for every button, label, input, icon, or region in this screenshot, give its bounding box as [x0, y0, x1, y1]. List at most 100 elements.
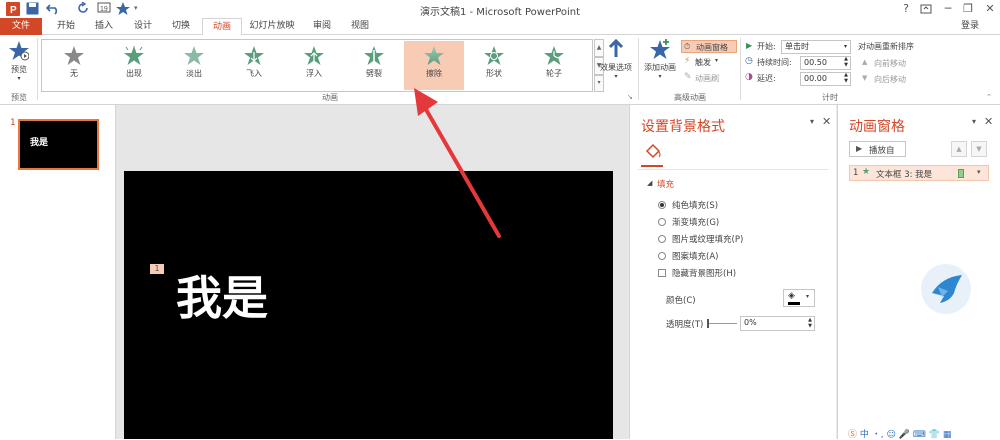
- delay-spinner[interactable]: 00.00 ▲ ▼: [800, 72, 851, 86]
- picture-fill-radio[interactable]: [658, 235, 666, 243]
- thumbnail-number: 1: [10, 118, 16, 128]
- tab-insert[interactable]: 插入: [87, 18, 121, 35]
- preview-group-label: 预览: [11, 93, 27, 102]
- transparency-label: 透明度(T): [666, 320, 704, 330]
- move-earlier-button[interactable]: ▲ 向前移动: [862, 57, 932, 70]
- pane-close-icon[interactable]: ✕: [822, 115, 831, 128]
- delay-row: ◑ 延迟: 00.00 ▲ ▼: [745, 72, 855, 86]
- animation-fly-in[interactable]: 飞入: [224, 41, 284, 90]
- animation-painter-button[interactable]: ✎ 动画刷: [681, 72, 737, 85]
- animation-fade-label: 淡出: [186, 69, 202, 78]
- duration-spinner-arrows-icon[interactable]: ▲ ▼: [844, 56, 848, 68]
- tab-view[interactable]: 视图: [343, 18, 377, 35]
- tab-slideshow[interactable]: 幻灯片放映: [245, 18, 299, 35]
- fill-section-header[interactable]: 填充: [657, 178, 674, 190]
- add-animation-button[interactable]: 添加动画 ▾: [641, 39, 679, 89]
- transparency-slider-thumb[interactable]: [707, 319, 709, 328]
- animation-appear[interactable]: 出现: [104, 41, 164, 90]
- tab-file[interactable]: 文件: [0, 18, 42, 35]
- tab-review[interactable]: 审阅: [305, 18, 339, 35]
- animation-shape[interactable]: 形状: [464, 41, 524, 90]
- transparency-spinner-arrows-icon[interactable]: ▲ ▼: [808, 317, 812, 329]
- solid-fill-radio[interactable]: [658, 201, 666, 209]
- tab-design[interactable]: 设计: [126, 18, 160, 35]
- duration-clock-icon: ◷: [745, 56, 753, 66]
- anim-pane-options-chevron-icon[interactable]: ▾: [972, 117, 976, 126]
- animation-none-star-icon: [64, 46, 84, 66]
- animation-list-item[interactable]: 1 ★ 文本框 3: 我是 ▾: [849, 165, 989, 181]
- delay-spinner-arrows-icon[interactable]: ▲ ▼: [844, 72, 848, 84]
- trigger-lightning-icon: ⚡: [684, 56, 691, 66]
- color-picker-button[interactable]: ◈ ▾: [783, 289, 815, 307]
- preview-dropdown-icon: ▾: [17, 75, 21, 82]
- animation-shape-star-icon: [484, 46, 504, 66]
- color-label: 颜色(C): [666, 296, 696, 306]
- close-button[interactable]: ✕: [982, 1, 998, 17]
- anim-move-up-button[interactable]: ▲: [951, 141, 967, 157]
- slide-canvas[interactable]: 1 我是: [124, 171, 613, 439]
- move-later-button[interactable]: ▼ 向后移动: [862, 73, 932, 86]
- animation-float-in[interactable]: 浮入: [284, 41, 344, 90]
- animation-fade[interactable]: 淡出: [164, 41, 224, 90]
- duration-spinner[interactable]: 00.50 ▲ ▼: [800, 56, 851, 70]
- tab-home[interactable]: 开始: [49, 18, 83, 35]
- play-icon: ▶: [856, 144, 863, 153]
- play-from-button[interactable]: ▶ 播放自: [849, 141, 906, 157]
- minimize-button[interactable]: ─: [940, 1, 956, 17]
- pattern-fill-radio[interactable]: [658, 252, 666, 260]
- ribbon-display-icon[interactable]: [918, 1, 934, 17]
- animation-wheel[interactable]: 轮子: [524, 41, 584, 90]
- animation-wipe-label: 擦除: [426, 69, 442, 78]
- preview-button[interactable]: 预览 ▾: [4, 39, 34, 84]
- slide-thumbnail[interactable]: 我是: [18, 119, 99, 170]
- trigger-button[interactable]: ⚡ 触发 ▾: [681, 56, 737, 69]
- trigger-dropdown-icon: ▾: [715, 57, 719, 64]
- transparency-slider-track: [707, 323, 737, 324]
- animation-order-badge[interactable]: 1: [150, 264, 164, 274]
- duration-value: 00.50: [804, 58, 827, 67]
- move-later-icon: ▼: [862, 74, 868, 82]
- transparency-spinner[interactable]: 0% ▲ ▼: [740, 316, 815, 331]
- anim-move-down-button[interactable]: ▼: [971, 141, 987, 157]
- gradient-fill-radio[interactable]: [658, 218, 666, 226]
- pane-options-chevron-icon[interactable]: ▾: [810, 117, 814, 126]
- add-animation-dropdown-icon: ▾: [658, 73, 662, 80]
- delay-value: 00.00: [804, 74, 827, 83]
- move-later-label: 向后移动: [874, 75, 906, 84]
- tab-transitions[interactable]: 切换: [164, 18, 198, 35]
- collapse-ribbon-icon[interactable]: ⌃: [986, 93, 992, 101]
- animation-split[interactable]: 劈裂: [344, 41, 404, 90]
- start-select-chevron-icon: ▾: [843, 43, 847, 50]
- duration-row: ◷ 持续时间: 00.50 ▲ ▼: [745, 56, 855, 70]
- start-select[interactable]: 单击时 ▾: [781, 40, 851, 54]
- animation-item-star-icon: ★: [862, 167, 871, 177]
- restore-button[interactable]: ❐: [960, 1, 976, 17]
- animation-fly-in-star-icon: [244, 46, 264, 66]
- tab-animations[interactable]: 动画: [202, 18, 242, 36]
- transparency-value: 0%: [744, 318, 757, 327]
- effect-options-button[interactable]: 效果选项 ▾: [596, 39, 636, 89]
- start-row: ▶ 开始: 单击时 ▾: [745, 40, 855, 54]
- animation-dialog-launcher-icon[interactable]: ↘: [627, 93, 633, 101]
- animation-none[interactable]: 无: [44, 41, 104, 90]
- animation-pane-title: 动画窗格: [849, 119, 905, 135]
- help-button[interactable]: ?: [898, 1, 914, 17]
- signin-link[interactable]: 登录: [955, 18, 985, 35]
- slide-text-box[interactable]: 我是: [176, 270, 268, 326]
- animation-wheel-label: 轮子: [546, 69, 562, 78]
- hide-graphics-checkbox[interactable]: [658, 269, 666, 277]
- animation-float-in-label: 浮入: [306, 69, 322, 78]
- transparency-slider[interactable]: [707, 319, 737, 328]
- animation-fly-in-label: 飞入: [246, 69, 262, 78]
- group-separator: [638, 38, 639, 100]
- preview-label: 预览: [11, 65, 27, 74]
- fill-section-toggle-icon[interactable]: ◢: [647, 179, 652, 187]
- animation-item-dropdown-icon[interactable]: ▾: [977, 168, 981, 176]
- fill-bucket-icon[interactable]: [644, 142, 662, 160]
- animation-timeline-bar: [958, 169, 964, 178]
- color-picker-chevron-icon: ▾: [806, 293, 810, 300]
- animation-pane-button[interactable]: ⏱ 动画窗格: [681, 40, 737, 53]
- animation-wipe[interactable]: 擦除: [404, 41, 464, 90]
- anim-pane-close-icon[interactable]: ✕: [984, 115, 993, 128]
- duration-label: 持续时间:: [757, 58, 792, 67]
